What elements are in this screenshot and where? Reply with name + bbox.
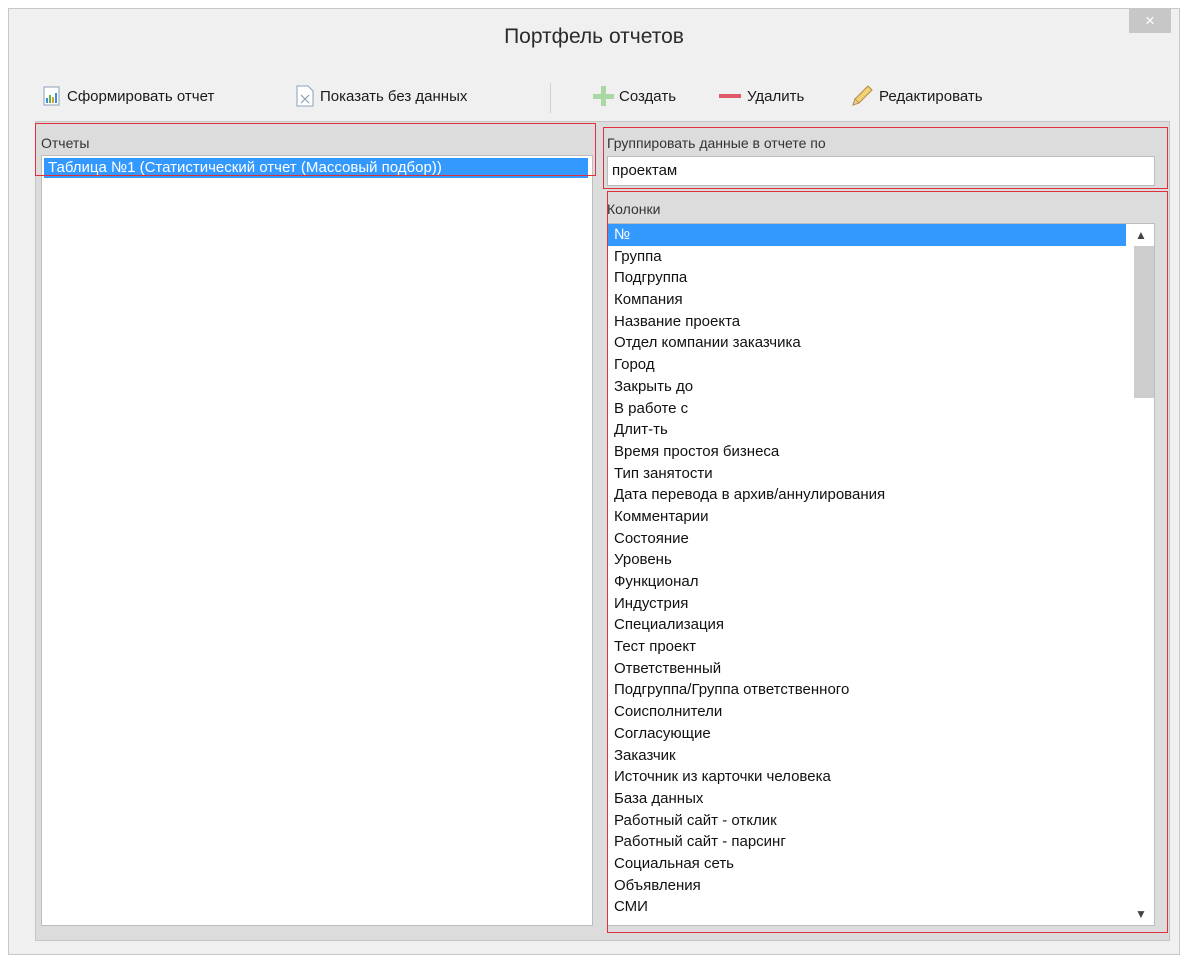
minus-icon (719, 94, 741, 98)
highlight-reports (35, 123, 596, 176)
edit-button[interactable]: Редактировать (849, 83, 983, 109)
plus-icon (593, 86, 614, 106)
show-without-data-button[interactable]: Показать без данных (294, 83, 467, 109)
close-button[interactable]: × (1129, 9, 1171, 33)
create-button[interactable]: Создать (591, 83, 676, 109)
pencil-icon (852, 85, 873, 106)
title-bar: Портфель отчетов × (9, 9, 1179, 67)
toolbar: Сформировать отчет Показать без данных С… (9, 69, 1179, 113)
delete-label: Удалить (747, 87, 805, 105)
generate-report-button[interactable]: Сформировать отчет (41, 83, 214, 109)
create-label: Создать (619, 87, 677, 105)
blank-document-icon (296, 85, 314, 107)
reports-list[interactable]: Таблица №1 (Статистический отчет (Массов… (41, 155, 593, 926)
show-without-data-label: Показать без данных (320, 87, 468, 105)
generate-report-label: Сформировать отчет (67, 87, 215, 105)
toolbar-separator (550, 83, 551, 113)
highlight-columns (607, 191, 1168, 933)
dialog-window: Портфель отчетов × Сформировать отчет По… (8, 8, 1180, 955)
edit-label: Редактировать (879, 87, 983, 105)
delete-button[interactable]: Удалить (717, 83, 804, 109)
window-title: Портфель отчетов (504, 25, 684, 48)
report-chart-icon (43, 86, 60, 106)
highlight-grouping (603, 127, 1168, 189)
